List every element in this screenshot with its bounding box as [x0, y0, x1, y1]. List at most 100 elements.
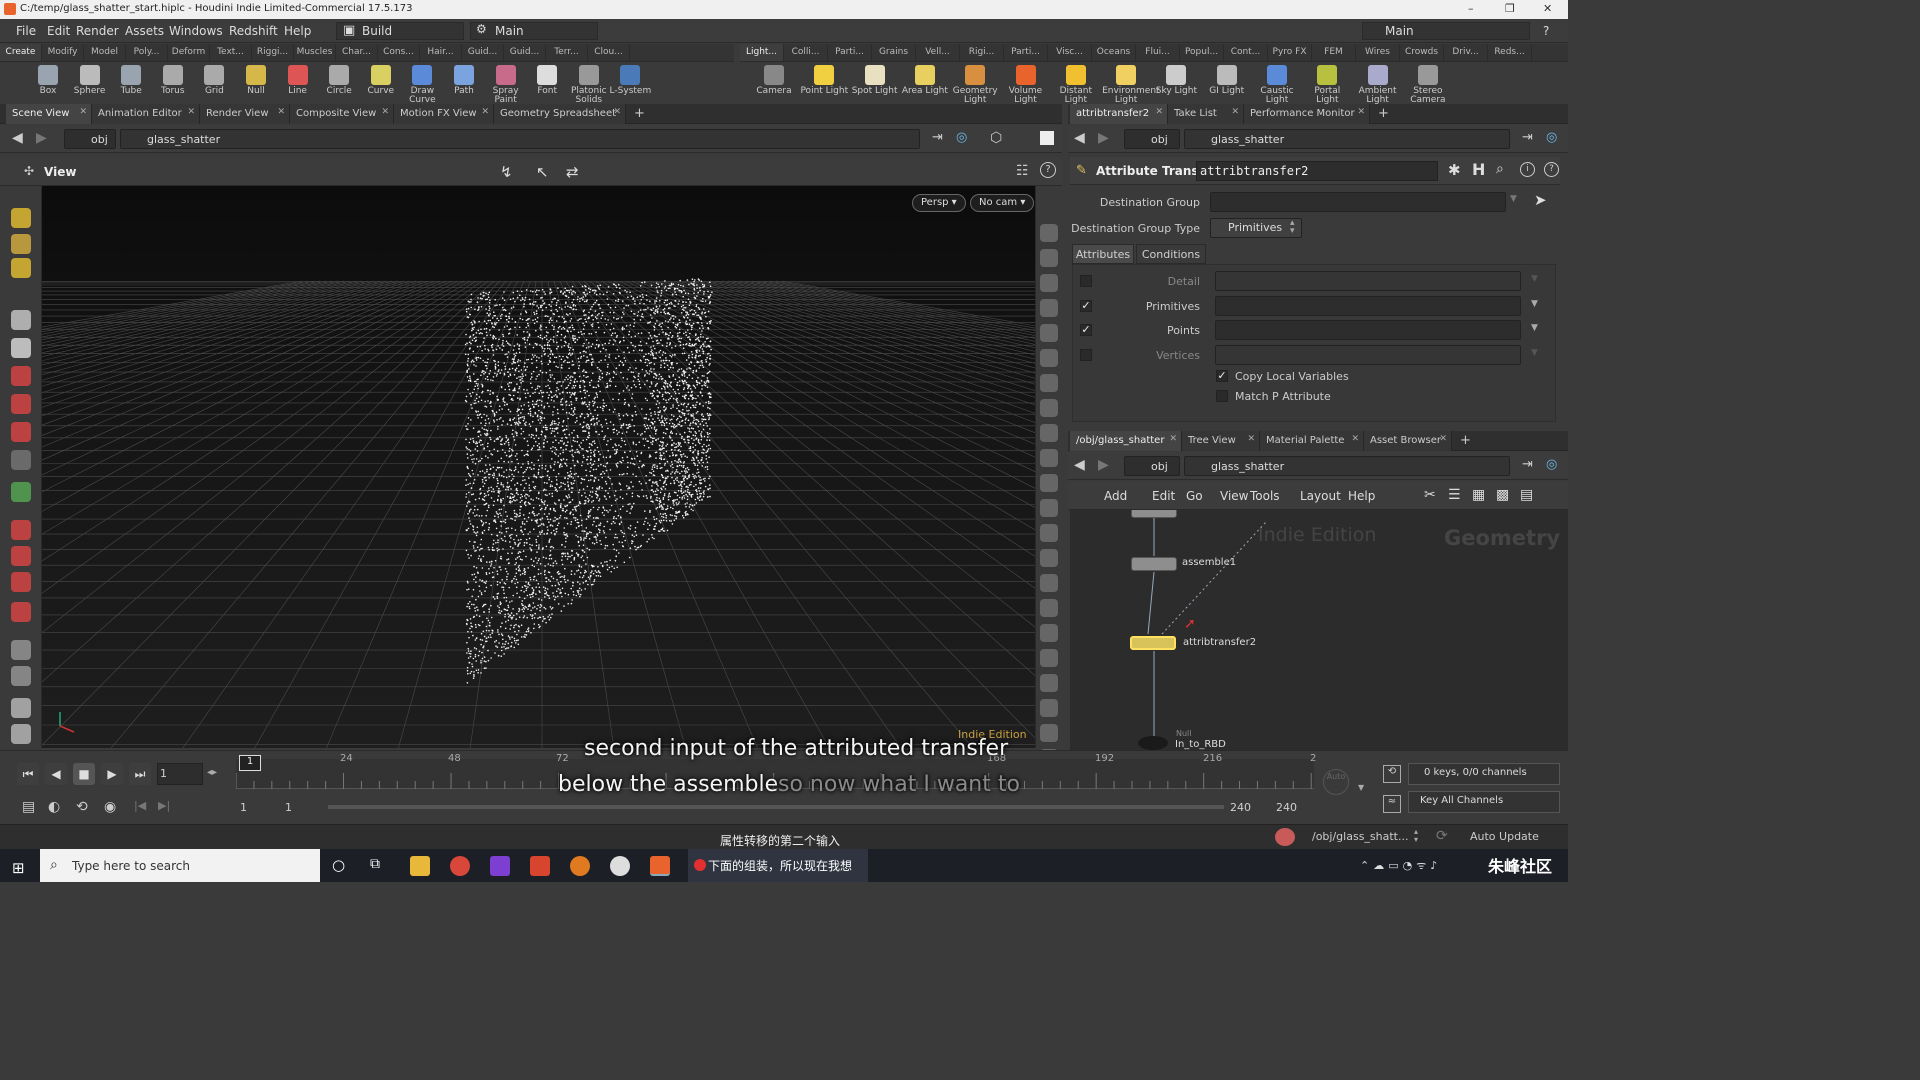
attr-dropdown-icon[interactable]: ▼	[1531, 323, 1538, 333]
shelf-tab-fem-13[interactable]: FEM	[1312, 44, 1356, 61]
net-view-icon-4[interactable]: ▤	[1520, 487, 1533, 503]
node-test1[interactable]	[1131, 510, 1177, 518]
display-tool-icon-1[interactable]	[1040, 249, 1058, 267]
blender-icon[interactable]	[570, 856, 590, 876]
left-tool-icon-14[interactable]	[11, 640, 31, 660]
tab-scene-view[interactable]: Scene View ✕	[6, 104, 92, 124]
tool-camera[interactable]: Camera	[750, 64, 798, 96]
close-tab-icon[interactable]: ✕	[1247, 434, 1255, 444]
tool-ambient-light[interactable]: Ambient Light	[1354, 64, 1402, 105]
shelf-tab-light-0[interactable]: Light...	[740, 44, 784, 61]
menu-help[interactable]: Help	[284, 24, 311, 38]
tool-gi-light[interactable]: GI Light	[1203, 64, 1251, 96]
back-arrow-icon[interactable]: ◀	[12, 130, 23, 146]
camera-menu[interactable]: No cam ▾	[970, 194, 1035, 212]
shelf-tab-modify-1[interactable]: Modify	[42, 44, 84, 61]
net-view-icon-1[interactable]: ☰	[1448, 487, 1461, 503]
net-menu-edit[interactable]: Edit	[1152, 489, 1175, 503]
display-tool-icon-17[interactable]	[1040, 649, 1058, 667]
info-icon[interactable]: i	[1520, 162, 1535, 177]
display-tool-icon-3[interactable]	[1040, 299, 1058, 317]
key-dropdown-icon[interactable]: ▼	[1358, 783, 1364, 792]
copy-local-checkbox[interactable]: ✓	[1216, 370, 1228, 382]
match-p-checkbox[interactable]	[1216, 390, 1228, 402]
close-tab-icon[interactable]: ✕	[1357, 107, 1365, 117]
shelf-tab-parti-2[interactable]: Parti...	[828, 44, 872, 61]
path-node[interactable]: glass_shatter	[120, 129, 920, 149]
auto-update-label[interactable]: Auto Update	[1470, 830, 1539, 843]
net-link-icon[interactable]: ◎	[1546, 457, 1557, 472]
tool-volume-light[interactable]: Volume Light	[1002, 64, 1050, 105]
close-tab-icon[interactable]: ✕	[1439, 434, 1447, 444]
attr-dropdown-icon[interactable]: ▼	[1531, 348, 1538, 358]
viewer-help-icon[interactable]: ?	[1040, 162, 1056, 178]
menu-assets[interactable]: Assets	[125, 24, 164, 38]
play-button[interactable]: ▶	[101, 763, 123, 785]
next-key-icon[interactable]: ▶|	[158, 799, 170, 812]
param-path-node[interactable]: glass_shatter	[1184, 129, 1510, 149]
display-tool-icon-10[interactable]	[1040, 474, 1058, 492]
shelf-tab-popul-10[interactable]: Popul...	[1180, 44, 1224, 61]
menu-edit[interactable]: Edit	[47, 24, 70, 38]
prev-key-icon[interactable]: |◀	[134, 799, 146, 812]
shelf-tab-text-5[interactable]: Text...	[210, 44, 252, 61]
attr-points-field[interactable]	[1215, 320, 1521, 340]
display-tool-icon-6[interactable]	[1040, 374, 1058, 392]
left-tool-icon-8[interactable]	[11, 450, 31, 470]
add-tab-icon[interactable]: +	[1460, 433, 1471, 448]
node-attribtransfer2[interactable]	[1130, 636, 1176, 650]
param-link-icon[interactable]: ◎	[1546, 130, 1557, 145]
left-tool-icon-16[interactable]	[11, 698, 31, 718]
link-icon[interactable]: ◎	[956, 130, 967, 145]
left-tool-icon-1[interactable]	[11, 234, 31, 254]
close-tab-icon[interactable]: ✕	[187, 107, 195, 117]
param-forward-icon[interactable]: ▶	[1098, 130, 1109, 146]
jump-end-button[interactable]: ⏭	[129, 763, 151, 785]
menu-redshift[interactable]: Redshift	[229, 24, 278, 38]
display-tool-icon-20[interactable]	[1040, 724, 1058, 742]
shelf-tab-cont-11[interactable]: Cont...	[1224, 44, 1268, 61]
chrome-icon[interactable]	[450, 856, 470, 876]
left-tool-icon-0[interactable]	[11, 208, 31, 228]
frame-marker[interactable]: 1	[239, 755, 261, 771]
left-tool-icon-17[interactable]	[11, 724, 31, 744]
tab-conditions[interactable]: Conditions	[1136, 244, 1206, 264]
net-pin-icon[interactable]: ⇥	[1522, 457, 1533, 472]
net-menu-help[interactable]: Help	[1348, 489, 1375, 503]
net-path-obj[interactable]: obj	[1124, 456, 1180, 476]
path-obj[interactable]: obj	[64, 129, 116, 149]
param-pin-icon[interactable]: ⇥	[1522, 130, 1533, 145]
persp-menu[interactable]: Persp ▾	[912, 194, 966, 212]
global-anim-icon[interactable]: ▤	[22, 799, 35, 815]
tab-attributes[interactable]: Attributes	[1072, 244, 1134, 264]
param-help-icon[interactable]: ?	[1544, 162, 1559, 177]
select-arrow-icon[interactable]: ➤	[1534, 191, 1547, 209]
display-tool-icon-9[interactable]	[1040, 449, 1058, 467]
shelf-tab-flui-9[interactable]: Flui...	[1136, 44, 1180, 61]
net-menu-add[interactable]: Add	[1104, 489, 1127, 503]
display-options-icon[interactable]: ☷	[1016, 163, 1029, 179]
desktop-selector[interactable]	[470, 22, 598, 40]
left-tool-icon-11[interactable]	[11, 546, 31, 566]
tab-geometry-spreadsheet[interactable]: Geometry Spreadsheet ✕	[494, 104, 626, 124]
pin-icon[interactable]: ⇥	[932, 130, 943, 145]
attr-primitives-field[interactable]	[1215, 295, 1521, 316]
status-updown-icon[interactable]: ▴ ▾	[1414, 828, 1418, 844]
status-path[interactable]: /obj/glass_shatt...	[1312, 830, 1408, 843]
shelf-tab-visc-7[interactable]: Visc...	[1048, 44, 1092, 61]
param-path-obj[interactable]: obj	[1124, 129, 1180, 149]
display-tool-icon-12[interactable]	[1040, 524, 1058, 542]
net-forward-icon[interactable]: ▶	[1098, 457, 1109, 473]
windows-start-icon[interactable]: ⊞	[12, 859, 25, 877]
loop-icon[interactable]: ⟲	[76, 799, 88, 815]
display-tool-icon-7[interactable]	[1040, 399, 1058, 417]
net-view-icon-2[interactable]: ▦	[1472, 487, 1485, 503]
left-tool-icon-13[interactable]	[11, 602, 31, 622]
select-icon[interactable]: ↖	[536, 163, 549, 181]
close-tab-icon[interactable]: ✕	[1155, 107, 1163, 117]
menu-render[interactable]: Render	[76, 24, 119, 38]
close-tab-icon[interactable]: ✕	[79, 107, 87, 117]
shelf-tab-crowds-15[interactable]: Crowds	[1400, 44, 1444, 61]
key-channels-icon[interactable]: ≈	[1383, 795, 1401, 813]
display-tool-icon-18[interactable]	[1040, 674, 1058, 692]
